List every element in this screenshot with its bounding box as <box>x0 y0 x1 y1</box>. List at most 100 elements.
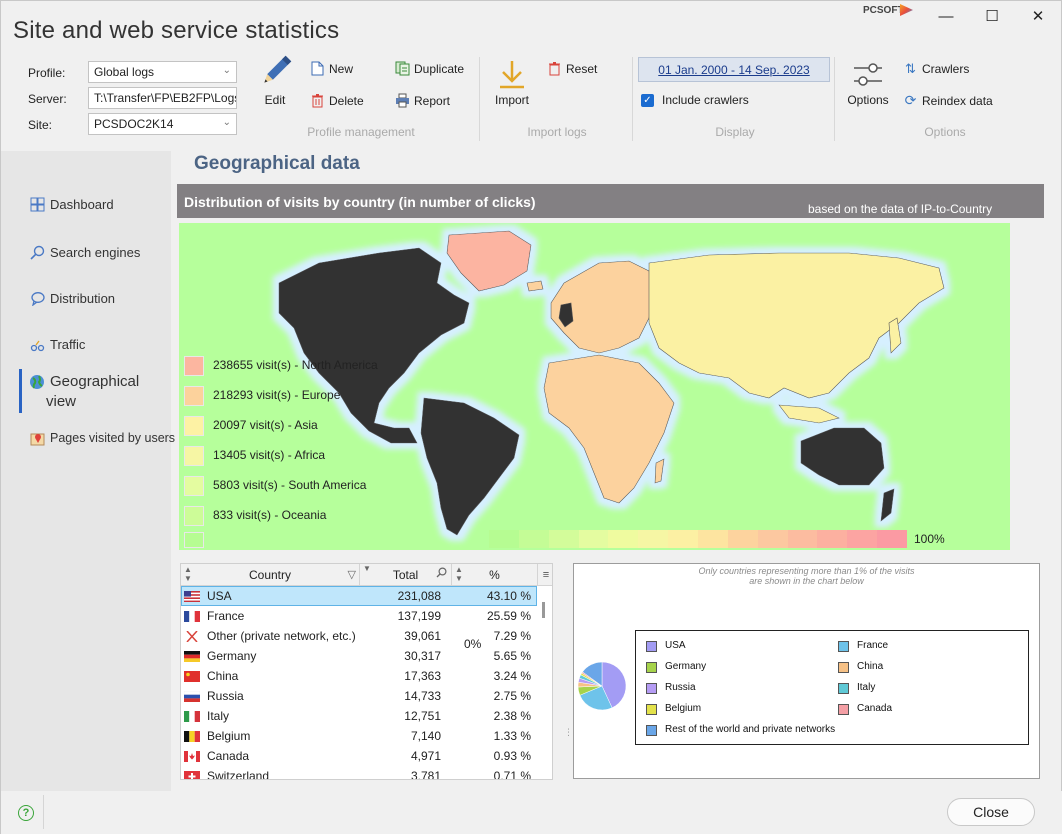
switzerland-flag-icon <box>184 771 200 779</box>
table-row[interactable]: Other (private network, etc.) 39,061 7.29 … <box>181 626 537 646</box>
site-value: PCSDOC2K14 <box>94 117 174 131</box>
legend-swatch <box>184 356 204 376</box>
cell-percent: 1.33 % <box>493 729 531 743</box>
pie-legend-swatch <box>838 683 849 694</box>
help-icon: ? <box>22 807 30 819</box>
delete-button[interactable]: Delete <box>310 93 364 108</box>
server-label: Server: <box>28 92 67 106</box>
ribbon-divider <box>479 57 480 141</box>
options-label: Options <box>847 93 889 107</box>
sidebar-item-search-engines[interactable]: Search engines <box>29 244 140 260</box>
ribbon-divider <box>632 57 633 141</box>
table-row[interactable]: Switzerland 3,781 0.71 % <box>181 766 537 780</box>
help-button[interactable]: ? <box>18 805 34 821</box>
cell-total: 3,781 <box>410 769 441 780</box>
table-row[interactable]: Belgium 7,140 1.33 % <box>181 726 537 746</box>
cell-percent: 5.65 % <box>493 649 531 663</box>
column-header-country[interactable]: ▲ ▼ Country ▽ <box>181 564 359 586</box>
crawlers-button[interactable]: ⇅ Crawlers <box>903 61 969 76</box>
reset-button[interactable]: Reset <box>547 61 597 76</box>
display-group-label: Display <box>715 125 755 139</box>
include-crawlers-label: Include crawlers <box>662 93 749 107</box>
profile-value: Global logs <box>94 65 155 79</box>
resize-handle-icon[interactable]: ⋮ <box>564 727 573 738</box>
sidebar-item-label: Traffic <box>50 336 86 352</box>
color-scale-step <box>787 530 818 548</box>
table-row[interactable]: China 17,363 3.24 % <box>181 666 537 686</box>
sliders-icon <box>854 63 882 86</box>
options-button[interactable]: Options <box>845 59 891 107</box>
pie-legend-swatch <box>838 641 849 652</box>
table-row[interactable]: Russia 14,733 2.75 % <box>181 686 537 706</box>
table-row[interactable]: USA 231,088 43.10 % <box>181 586 537 606</box>
sidebar-item-label-block: Geographical view <box>46 372 139 412</box>
table-row[interactable]: Germany 30,317 5.65 % <box>181 646 537 666</box>
cell-country: Switzerland <box>207 769 270 780</box>
pie-legend-swatch <box>646 641 657 652</box>
import-label: Import <box>494 93 529 107</box>
pie-legend-swatch <box>646 683 657 694</box>
cell-country: Other (private network, etc.) <box>207 629 356 643</box>
cell-percent: 3.24 % <box>493 669 531 683</box>
include-crawlers-checkbox[interactable]: ✓ Include crawlers <box>641 93 749 107</box>
report-button[interactable]: Report <box>395 93 450 108</box>
table-row[interactable]: France 137,199 25.59 % <box>181 606 537 626</box>
reindex-label: Reindex data <box>922 93 993 108</box>
table-scrollbar-thumb[interactable] <box>542 602 545 618</box>
sidebar-item-traffic[interactable]: Traffic <box>29 336 85 352</box>
sidebar-item-dashboard[interactable]: Dashboard <box>29 196 114 212</box>
legend-label: 218293 visit(s) - Europe <box>213 388 341 402</box>
pie-legend-swatch <box>646 704 657 715</box>
sidebar-item-geographical-view[interactable]: Geographical view <box>29 372 139 412</box>
options-group-label: Options <box>924 125 966 139</box>
legend-swatch <box>184 386 204 406</box>
table-row[interactable]: Canada 4,971 0.93 % <box>181 746 537 766</box>
cross-icon <box>184 630 200 643</box>
new-button[interactable]: New <box>310 61 353 76</box>
world-map[interactable] <box>179 223 1010 550</box>
site-select[interactable]: PCSDOC2K14 ⌄ <box>88 113 237 135</box>
pie-legend-label: USA <box>665 640 686 651</box>
duplicate-button[interactable]: Duplicate <box>395 61 464 76</box>
server-field[interactable]: T:\Transfer\FP\EB2FP\Logs <box>88 87 237 109</box>
profile-select[interactable]: Global logs ⌄ <box>88 61 237 83</box>
table-row[interactable]: Italy 12,751 2.38 % <box>181 706 537 726</box>
column-menu-button[interactable]: ≡ <box>537 564 552 586</box>
cell-percent: 7.29 % <box>493 629 531 643</box>
column-header-total-label: Total <box>392 567 419 582</box>
indonesia-shape <box>778 404 840 424</box>
country-table[interactable]: ▲ ▼ Country ▽ ▼ Total ▲ ▼ % ≡ USA 231,088 43… <box>180 563 553 780</box>
pie-legend-swatch <box>838 704 849 715</box>
column-header-total[interactable]: ▼ Total <box>359 564 451 586</box>
column-header-percent[interactable]: ▲ ▼ % <box>451 564 537 586</box>
asia-shape <box>648 252 945 399</box>
close-window-button[interactable]: ✕ <box>1015 4 1061 28</box>
cell-country: Canada <box>207 749 250 763</box>
import-logs-group-label: Import logs <box>527 125 587 139</box>
pie-chart[interactable] <box>576 660 628 712</box>
minimize-button[interactable]: — <box>923 4 969 28</box>
sidebar-item-label: Dashboard <box>50 196 114 212</box>
madagascar-shape <box>654 458 665 484</box>
map-source-note: based on the data of IP-to-Country <box>808 202 993 216</box>
color-scale-step <box>847 530 878 548</box>
close-button[interactable]: Close <box>947 798 1035 826</box>
date-range-link[interactable]: 01 Jan. 2000 - 14 Sep. 2023 <box>638 57 830 82</box>
iceland-shape <box>526 280 544 292</box>
cell-percent: 0.71 % <box>493 769 531 780</box>
legend-swatch <box>184 416 204 436</box>
sidebar-item-distribution[interactable]: Distribution <box>29 290 115 306</box>
filter-icon[interactable]: ▽ <box>348 568 356 581</box>
russia-flag-icon <box>183 690 201 702</box>
sidebar-item-pages-visited[interactable]: Pages visited by users <box>29 430 175 446</box>
cell-country: Italy <box>207 709 230 723</box>
maximize-button[interactable]: ☐ <box>969 4 1015 28</box>
pie-note-line2: are shown in the chart below <box>749 576 864 586</box>
italy-flag-icon <box>184 711 200 722</box>
search-icon[interactable] <box>436 567 447 581</box>
import-button[interactable]: Import <box>492 59 532 107</box>
color-scale-step <box>638 530 669 548</box>
reindex-data-button[interactable]: ⟳ Reindex data <box>903 92 993 108</box>
edit-button[interactable]: Edit <box>255 55 295 107</box>
pencil-icon <box>264 55 292 83</box>
